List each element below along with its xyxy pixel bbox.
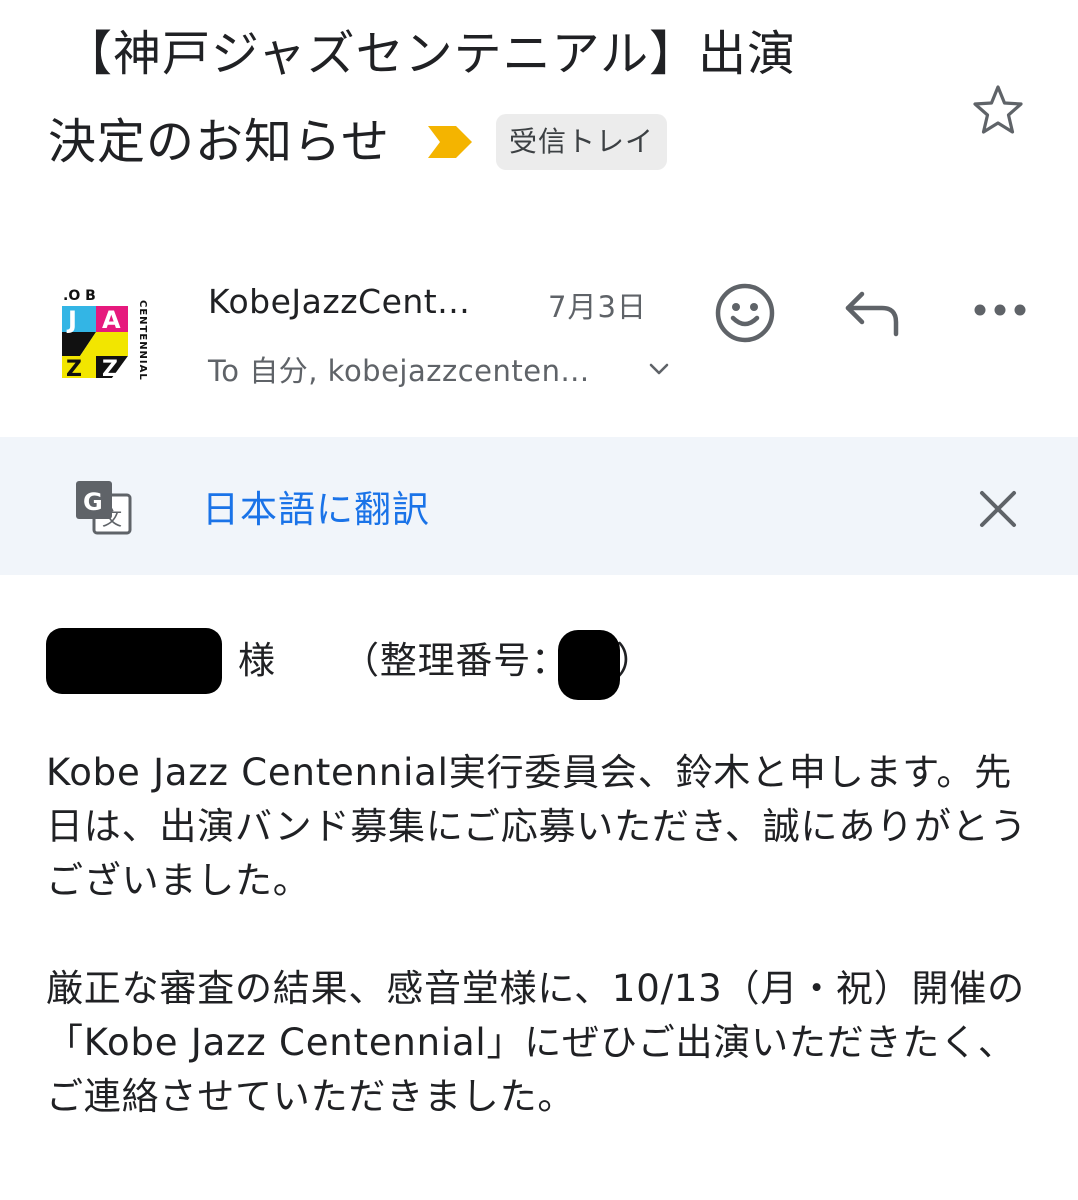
- more-horizontal-icon[interactable]: [970, 298, 1030, 322]
- salutation: 様 （整理番号： ）: [46, 616, 1046, 708]
- translate-link[interactable]: 日本語に翻訳: [202, 479, 430, 533]
- chevron-down-icon[interactable]: [646, 356, 672, 382]
- svg-text:CENTENNIAL: CENTENNIAL: [137, 300, 148, 381]
- reference-number-label: （整理番号：: [342, 639, 569, 682]
- recipients-summary[interactable]: To 自分, kobejazzcenten...: [208, 348, 590, 390]
- subject-line-2-row: 決定のお知らせ 受信トレイ: [48, 98, 948, 186]
- message-body: 様 （整理番号： ） Kobe Jazz Centennial実行委員会、鈴木と…: [46, 616, 1046, 1124]
- svg-text:A: A: [102, 306, 121, 334]
- svg-text:J: J: [66, 306, 77, 334]
- message-header: .O B J A Z Z CENTENNIAL KobeJazzCent... …: [0, 270, 1078, 400]
- redacted-name: [46, 628, 222, 694]
- reply-icon[interactable]: [842, 288, 904, 340]
- important-marker-icon[interactable]: [426, 122, 474, 162]
- body-paragraph-1: Kobe Jazz Centennial実行委員会、鈴木と申します。先日は、出演…: [46, 751, 1028, 902]
- subject-line-1: 【神戸ジャズセンテニアル】出演: [64, 26, 797, 82]
- message-date: 7月3日: [548, 290, 647, 324]
- sender-avatar[interactable]: .O B J A Z Z CENTENNIAL: [58, 282, 154, 382]
- email-subject: 【神戸ジャズセンテニアル】出演 決定のお知らせ 受信トレイ: [48, 10, 948, 186]
- svg-text:.O B: .O B: [63, 288, 96, 304]
- svg-text:G: G: [83, 488, 103, 516]
- honorific: 様: [238, 639, 276, 682]
- reference-close: ）: [616, 639, 654, 682]
- close-icon[interactable]: [976, 487, 1020, 531]
- subject-line-2: 決定のお知らせ: [48, 114, 391, 170]
- translate-bar: 文 G 日本語に翻訳: [0, 437, 1078, 575]
- svg-text:Z: Z: [66, 357, 82, 382]
- sender-name[interactable]: KobeJazzCent...: [208, 282, 470, 321]
- redacted-reference-number: [558, 630, 620, 700]
- translate-icon: 文 G: [76, 481, 132, 535]
- star-outline-icon[interactable]: [970, 82, 1026, 138]
- svg-text:Z: Z: [102, 357, 118, 382]
- emoji-react-icon[interactable]: [714, 282, 776, 344]
- inbox-label-chip[interactable]: 受信トレイ: [496, 114, 668, 170]
- body-paragraph-2: 厳正な審査の結果、感音堂様に、10/13（月・祝）開催の「Kobe Jazz C…: [46, 967, 1025, 1118]
